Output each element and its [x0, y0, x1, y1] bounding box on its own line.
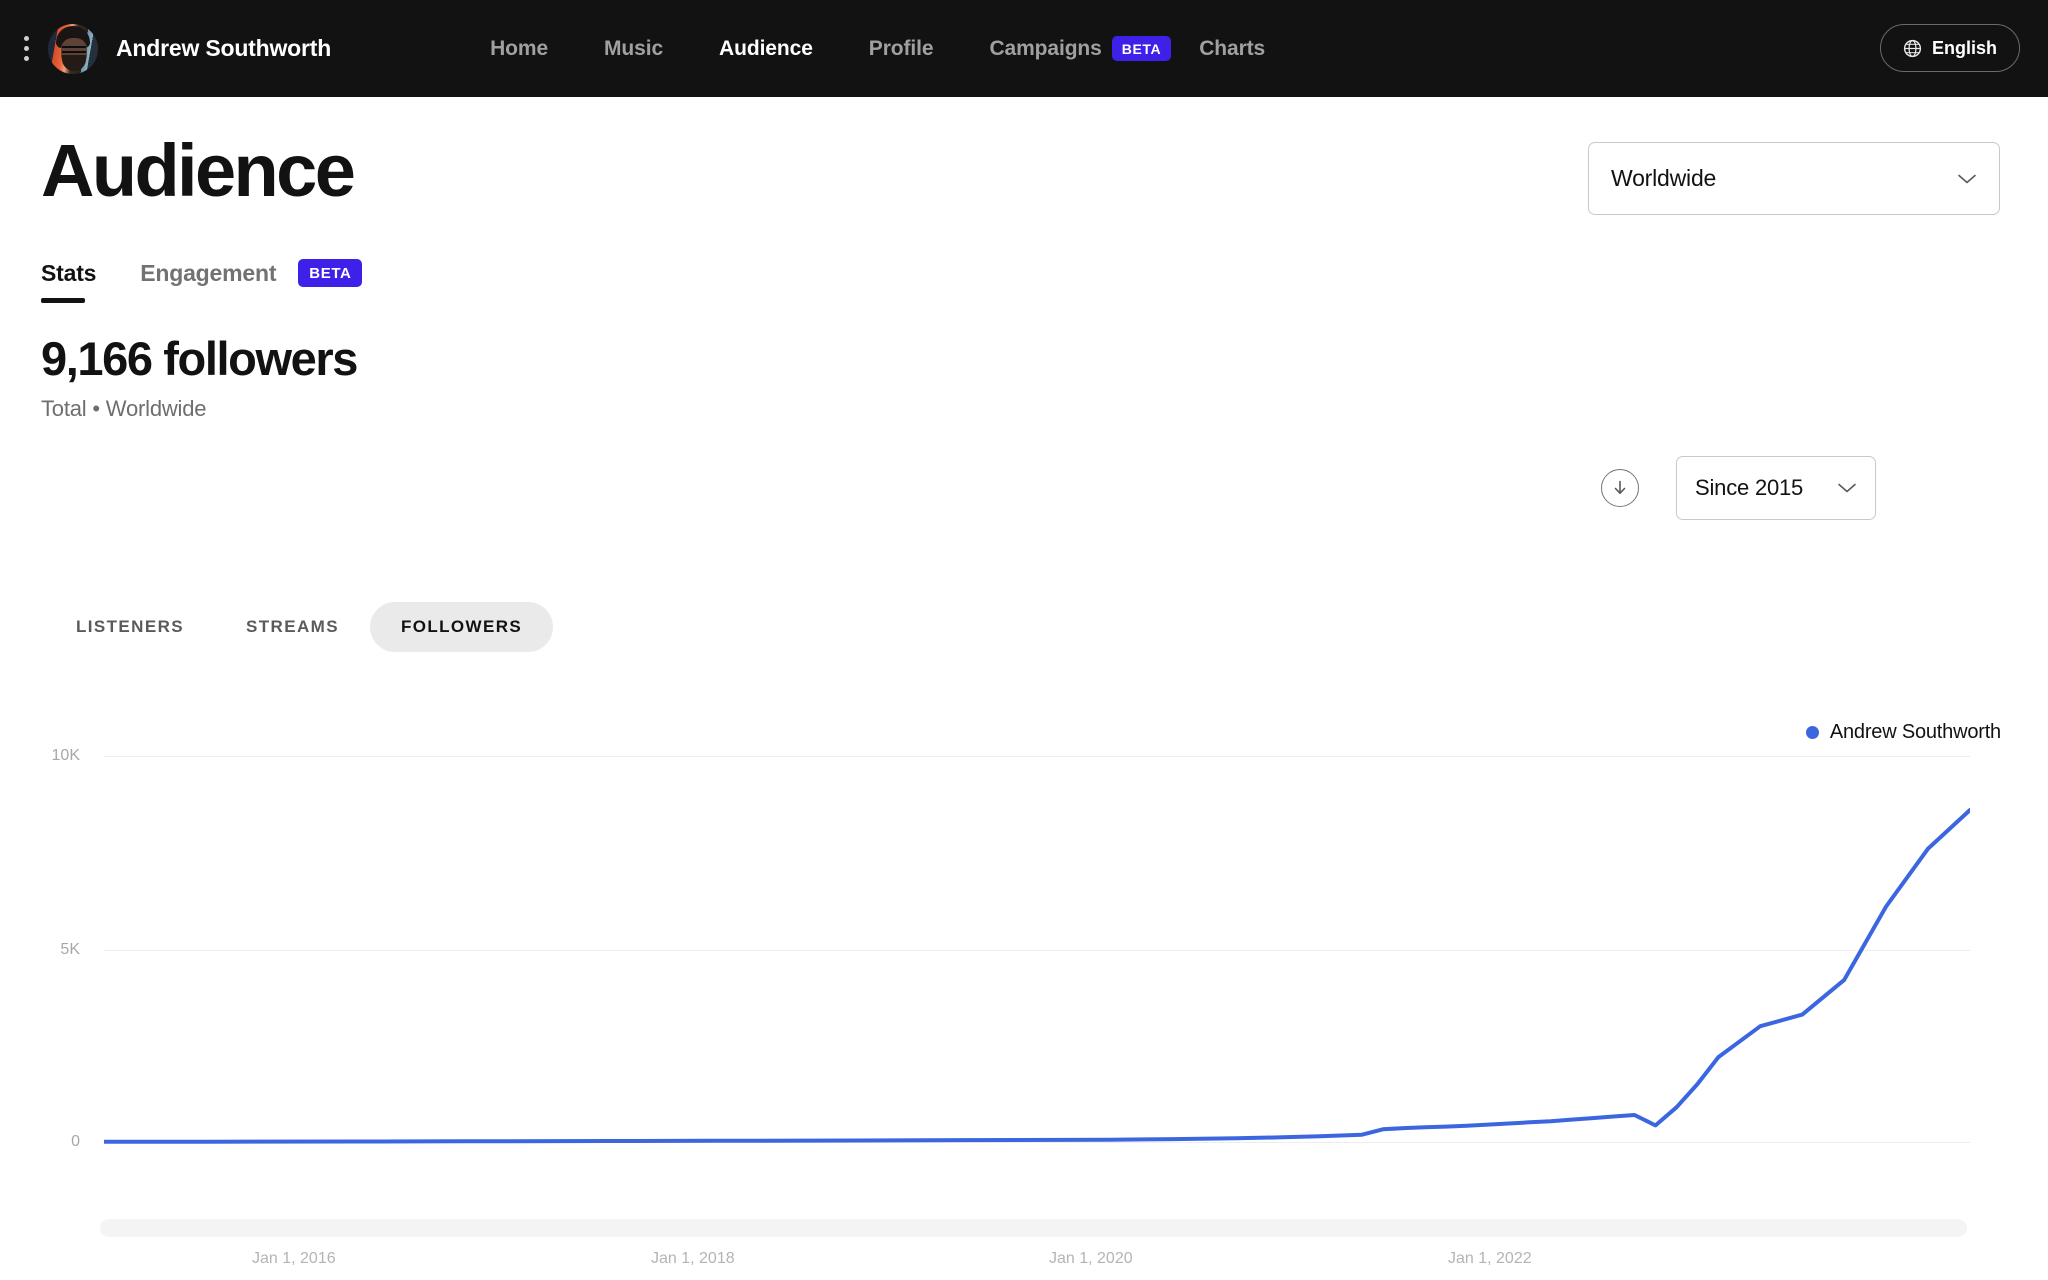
tab-stats[interactable]: Stats: [41, 260, 96, 303]
chart-range-scrollbar[interactable]: [100, 1219, 1967, 1237]
nav-item-charts[interactable]: Charts: [1171, 37, 1293, 61]
top-navigation-bar: Andrew Southworth Home Music Audience Pr…: [0, 0, 2048, 97]
y-axis-tick-5k: 5K: [60, 941, 80, 958]
follower-count-subtitle: Total • Worldwide: [41, 396, 207, 421]
nav-item-music[interactable]: Music: [576, 37, 691, 61]
language-label: English: [1931, 37, 1997, 58]
x-axis-tick-2018: Jan 1, 2018: [651, 1250, 735, 1267]
region-select[interactable]: Worldwide: [1588, 142, 2000, 215]
nav-item-profile[interactable]: Profile: [841, 37, 962, 61]
language-button[interactable]: English: [1879, 24, 2020, 72]
nav-item-home[interactable]: Home: [462, 37, 576, 61]
date-range-value: Since 2015: [1695, 475, 1804, 500]
follower-count: 9,166 followers: [41, 332, 358, 385]
page-title: Audience: [41, 129, 356, 212]
date-range-select[interactable]: Since 2015: [1676, 456, 1876, 520]
download-button[interactable]: [1601, 469, 1639, 507]
metric-pill-group: LISTENERS STREAMS FOLLOWERS: [45, 602, 554, 652]
x-axis-tick-2022: Jan 1, 2022: [1448, 1250, 1532, 1267]
nav-item-campaigns[interactable]: Campaigns: [961, 37, 1111, 61]
pill-followers[interactable]: FOLLOWERS: [369, 602, 554, 652]
avatar[interactable]: [48, 23, 98, 74]
artist-name: Andrew Southworth: [116, 35, 332, 61]
nav-item-audience[interactable]: Audience: [691, 37, 841, 61]
sub-tabs: Stats Engagement BETA: [41, 259, 363, 303]
chevron-down-icon: [1838, 483, 1856, 493]
followers-chart: Andrew Southworth 10K 5K 0: [0, 697, 2048, 1197]
y-axis-tick-0: 0: [71, 1133, 80, 1150]
x-axis-tick-2016: Jan 1, 2016: [252, 1250, 336, 1267]
x-axis-tick-2020: Jan 1, 2020: [1049, 1250, 1133, 1267]
globe-icon: [1903, 39, 1922, 57]
region-select-value: Worldwide: [1611, 165, 1717, 191]
download-icon: [1614, 480, 1626, 495]
chart-line-svg: [104, 808, 1970, 1144]
chevron-down-icon: [1958, 174, 1976, 183]
main-nav: Home Music Audience Profile Campaigns BE…: [462, 36, 1293, 61]
y-axis-tick-10k: 10K: [51, 747, 80, 764]
kebab-menu-icon[interactable]: [8, 0, 44, 97]
pill-listeners[interactable]: LISTENERS: [45, 602, 215, 652]
tab-engagement[interactable]: Engagement: [140, 260, 276, 303]
x-axis-labels: Jan 1, 2016 Jan 1, 2018 Jan 1, 2020 Jan …: [0, 1250, 2048, 1280]
pill-streams[interactable]: STREAMS: [215, 602, 370, 652]
chart-plot-area: [104, 697, 1970, 1167]
campaigns-beta-badge: BETA: [1111, 36, 1172, 61]
engagement-beta-badge: BETA: [298, 259, 363, 287]
